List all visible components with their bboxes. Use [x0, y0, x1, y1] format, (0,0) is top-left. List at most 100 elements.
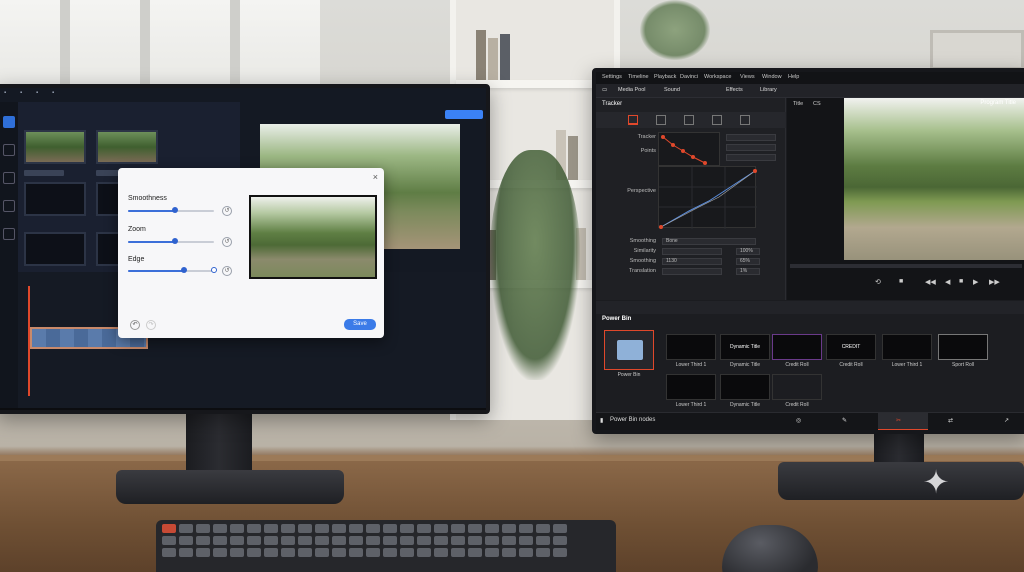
folder-icon — [617, 340, 643, 360]
brush-icon[interactable] — [3, 172, 15, 184]
left-sidebar — [0, 102, 18, 408]
bin-lower-third[interactable] — [666, 374, 716, 400]
dialog-preview-image — [249, 195, 377, 279]
bin-label: Lower Third 1 — [891, 362, 923, 368]
reset-icon[interactable]: ↺ — [222, 266, 232, 276]
viewer-tab-cs[interactable]: CS — [813, 101, 821, 107]
viewer-tab-title[interactable]: Title — [793, 101, 803, 107]
bin-dynamic-title[interactable] — [720, 374, 770, 400]
smoothness-label: Smoothness — [128, 195, 167, 202]
grid-icon[interactable] — [3, 228, 15, 240]
fast-forward-icon[interactable]: ▶▶ — [989, 278, 1000, 286]
points-field[interactable] — [726, 154, 776, 161]
smoothness-slider[interactable] — [128, 207, 214, 213]
media-thumbnail[interactable] — [24, 130, 86, 164]
sync-icon[interactable]: ⇄ — [948, 417, 953, 424]
left-screen: ▪ ▪ ▪ ▪ × Smoothness ↺ Zoom ↺ Edge ↺ ↶ ↷… — [0, 88, 486, 408]
pen-icon[interactable] — [3, 144, 15, 156]
perspective-label: Perspective — [627, 188, 656, 194]
power-bin-nodes-tab[interactable]: Power Bin nodes — [610, 417, 655, 423]
tracker-tab-icon[interactable] — [628, 115, 638, 125]
bin-label: Credit Roll — [785, 362, 809, 368]
bin-credit-roll[interactable] — [772, 374, 822, 400]
redo-icon[interactable]: ↷ — [146, 320, 156, 330]
similarity-slider[interactable] — [662, 248, 722, 255]
translation-slider[interactable] — [662, 268, 722, 275]
menu-timeline[interactable]: Timeline — [628, 74, 649, 80]
perspective-graph[interactable] — [658, 166, 757, 229]
cut-icon[interactable]: ✂ — [896, 417, 901, 424]
inspector-tab-tracker[interactable]: Tracker — [602, 101, 622, 107]
library-button[interactable]: Library — [760, 87, 777, 93]
close-icon[interactable]: × — [373, 172, 378, 182]
bin-credit-roll[interactable]: CREDIT — [826, 334, 876, 360]
bin-dynamic-title[interactable]: Dynamic Title — [720, 334, 770, 360]
effects-button[interactable]: Effects — [726, 87, 743, 93]
edit-page-icon[interactable]: ✎ — [842, 417, 847, 424]
deliver-icon[interactable]: ↗ — [1004, 417, 1009, 424]
smoothing2-field[interactable]: 1130 — [662, 258, 722, 265]
save-button[interactable]: Save — [344, 319, 376, 330]
points-field[interactable] — [726, 134, 776, 141]
points-graph[interactable] — [658, 132, 720, 166]
menu-help[interactable]: Help — [788, 74, 799, 80]
stop-icon[interactable]: ■ — [959, 278, 963, 285]
bin-lower-third[interactable] — [882, 334, 932, 360]
crop-tab-icon[interactable] — [684, 115, 694, 125]
loop-icon[interactable]: ⟲ — [875, 278, 881, 286]
smoothing-select[interactable]: Bone — [662, 238, 756, 245]
viewer-title: Program Title — [980, 100, 1016, 106]
bin-lower-third[interactable] — [666, 334, 716, 360]
translation-value[interactable]: 1% — [736, 268, 760, 275]
media-thumbnail[interactable] — [24, 182, 86, 216]
background-plant-large — [490, 150, 580, 380]
layers-icon[interactable] — [3, 200, 15, 212]
zoom-label: Zoom — [128, 226, 146, 233]
media-thumbnail[interactable] — [24, 232, 86, 266]
menu-workspace[interactable]: Workspace — [704, 74, 731, 80]
transport-controls: ⟲ ■ ◀◀ ◀ ■ ▶ ▶▶ — [787, 272, 1024, 296]
reset-icon[interactable]: ↺ — [222, 237, 232, 247]
similarity-label: Similarity — [633, 248, 656, 254]
inspector-panel: Tracker Tracker Points Perspective Smoot… — [596, 98, 786, 300]
transform-tab-icon[interactable] — [656, 115, 666, 125]
sound-button[interactable]: Sound — [664, 87, 680, 93]
bin-credit-roll[interactable] — [772, 334, 822, 360]
screen-icon[interactable]: ▭ — [602, 87, 607, 93]
power-bin-panel: Power Bin Power Bin Lower Third 1 Dynami… — [596, 314, 1024, 412]
zoom-slider[interactable] — [128, 238, 214, 244]
bin-label: Lower Third 1 — [675, 362, 707, 368]
viewer-scrubber[interactable] — [790, 264, 1022, 268]
bin-sport-roll[interactable] — [938, 334, 988, 360]
points-field[interactable] — [726, 144, 776, 151]
left-monitor-base — [116, 470, 344, 504]
menu-window[interactable]: Window — [762, 74, 782, 80]
pen-tab-icon[interactable] — [712, 115, 722, 125]
rewind-icon[interactable]: ◀◀ — [925, 278, 936, 286]
media-page-icon[interactable]: ◎ — [796, 417, 801, 424]
page-icon[interactable]: ▮ — [600, 417, 603, 424]
background-frame — [930, 30, 1024, 70]
power-bin-folder[interactable] — [604, 330, 654, 370]
fusion-page-tab[interactable] — [878, 413, 928, 430]
bin-label: Dynamic Title — [729, 362, 760, 368]
media-icon[interactable] — [3, 116, 15, 128]
edge-slider[interactable] — [128, 267, 217, 273]
media-pool-button[interactable]: Media Pool — [618, 87, 646, 93]
media-thumbnail[interactable] — [96, 130, 158, 164]
menu-playback[interactable]: Playback — [654, 74, 676, 80]
stop-icon[interactable]: ■ — [899, 278, 903, 285]
undo-icon[interactable]: ↶ — [130, 320, 140, 330]
similarity-value[interactable]: 100% — [736, 248, 760, 255]
play-icon[interactable]: ▶ — [973, 278, 978, 286]
right-menubar: Settings Timeline Playback Davinci Works… — [596, 72, 1024, 84]
reset-icon[interactable]: ↺ — [222, 206, 232, 216]
export-button[interactable] — [445, 110, 483, 119]
background-plant — [640, 0, 710, 60]
edit-tab-icon[interactable] — [740, 115, 750, 125]
step-back-icon[interactable]: ◀ — [945, 278, 950, 286]
menu-views[interactable]: Views — [740, 74, 755, 80]
menu-davinci[interactable]: Davinci — [680, 74, 698, 80]
smoothing2-value[interactable]: 65% — [736, 258, 760, 265]
menu-settings[interactable]: Settings — [602, 74, 622, 80]
